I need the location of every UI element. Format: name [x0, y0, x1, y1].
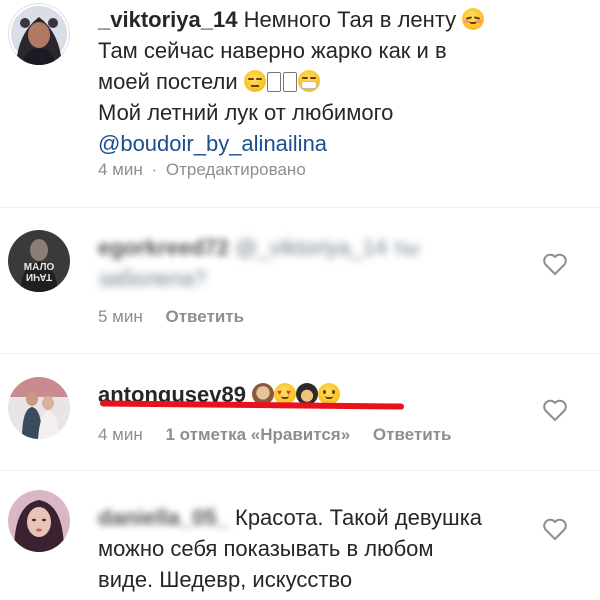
username[interactable]: daniella_05_ — [98, 505, 229, 530]
divider — [0, 353, 600, 354]
comment-line: Немного Тая в ленту — [243, 7, 457, 32]
mention-link[interactable]: @boudoir_by_alinailina — [98, 131, 327, 156]
username[interactable]: egorkreed72 — [98, 235, 229, 260]
timestamp: 4 мин — [98, 425, 143, 444]
timestamp: 5 мин — [98, 307, 143, 326]
likes-count-button[interactable]: 1 отметка «Нравится» — [165, 425, 350, 444]
expressionless-face-icon — [243, 70, 266, 92]
comment-line: моей постели — [98, 69, 238, 94]
comment-line: виде. Шедевр, искусство — [98, 567, 353, 592]
comment-line: Красота. Такой девушка — [235, 505, 483, 530]
comment-meta: 5 мин Ответить — [98, 307, 244, 327]
heart-icon[interactable] — [542, 517, 568, 541]
face-with-mask-icon — [297, 70, 320, 92]
mention-link[interactable]: @_viktoriya_14 ты — [235, 235, 419, 260]
reply-button[interactable]: Ответить — [165, 307, 244, 326]
avatar[interactable] — [8, 490, 70, 552]
missing-glyph-icon — [282, 72, 297, 92]
comment-line: Там сейчас наверно жарко как и в — [98, 38, 447, 63]
heart-icon[interactable] — [542, 252, 568, 276]
avatar[interactable] — [8, 3, 70, 65]
comment-text: egorkreed72 @_viktoriya_14 ты заболела? — [98, 232, 498, 294]
comment-meta: 4 мин · Отредактировано — [98, 160, 306, 180]
slightly-smiling-face-icon — [318, 383, 341, 405]
smiling-face-icon — [462, 8, 485, 30]
heart-icon[interactable] — [542, 398, 568, 422]
avatar[interactable]: МАЛО ТАЧИ — [8, 230, 70, 292]
comment-line: можно себя показывать в любом — [98, 536, 434, 561]
missing-glyph-icon — [266, 72, 281, 92]
svg-text:ТАЧИ: ТАЧИ — [26, 271, 52, 282]
comment-meta: 4 мин 1 отметка «Нравится» Ответить — [98, 425, 451, 445]
comment-line: Мой летний лук от любимого — [98, 100, 394, 125]
comment-line: заболела? — [98, 266, 207, 291]
timestamp: 4 мин — [98, 160, 143, 179]
divider — [0, 207, 600, 208]
edited-label: Отредактировано — [165, 160, 306, 179]
reply-button[interactable]: Ответить — [373, 425, 452, 444]
comment-text: daniella_05_ Красота. Такой девушка можн… — [98, 502, 538, 595]
avatar[interactable] — [8, 377, 70, 439]
comment-text: _viktoriya_14 Немного Тая в ленту Там се… — [98, 4, 538, 159]
separator: · — [151, 160, 158, 179]
username[interactable]: _viktoriya_14 — [98, 7, 237, 32]
divider — [0, 470, 600, 471]
